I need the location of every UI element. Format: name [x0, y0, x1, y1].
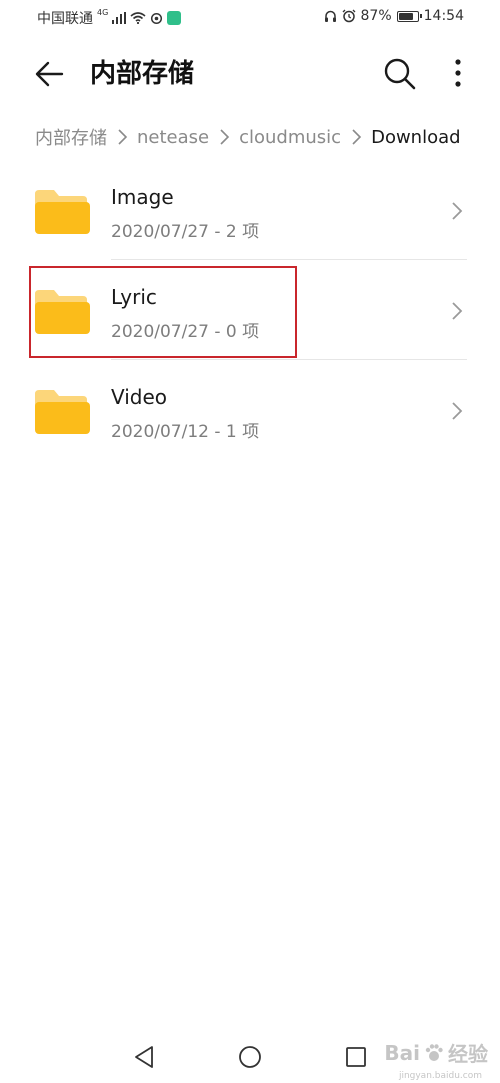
battery-percent: 87%: [360, 8, 392, 24]
battery-icon: [396, 10, 422, 22]
nav-home-icon[interactable]: [238, 1045, 262, 1069]
breadcrumb-item-cloudmusic[interactable]: cloudmusic: [239, 127, 341, 148]
breadcrumb-item-internal-storage[interactable]: 内部存储: [35, 124, 107, 150]
headset-icon: [324, 10, 336, 22]
search-button[interactable]: [380, 54, 420, 94]
file-meta: 2020/07/12 - 1 项: [111, 422, 260, 442]
watermark-brand: Bai: [384, 1040, 420, 1065]
breadcrumb-item-download: Download: [371, 126, 461, 148]
file-meta: 2020/07/27 - 2 项: [111, 222, 260, 242]
chevron-right-icon: [452, 302, 463, 320]
page-title: 内部存储: [90, 59, 195, 89]
list-item[interactable]: Video 2020/07/12 - 1 项: [0, 360, 500, 460]
status-left: 中国联通 4G: [37, 7, 182, 28]
search-icon: [384, 58, 416, 90]
watermark-suffix: 经验: [448, 1042, 488, 1066]
folder-icon: [35, 390, 90, 434]
back-button[interactable]: [30, 54, 70, 94]
more-vertical-icon: [455, 59, 461, 87]
nav-recent-apps-icon[interactable]: [345, 1046, 367, 1068]
arrow-left-icon: [35, 61, 64, 87]
breadcrumb: 内部存储 netease cloudmusic Download: [35, 124, 461, 150]
more-options-button[interactable]: [446, 54, 470, 94]
nav-back-icon[interactable]: [132, 1044, 156, 1070]
app-bar: 内部存储: [0, 40, 500, 106]
paw-icon: [425, 1043, 443, 1061]
file-name: Video: [111, 385, 168, 409]
carrier-name: 中国联通: [37, 11, 93, 27]
breadcrumb-item-netease[interactable]: netease: [137, 127, 209, 148]
chevron-right-icon: [118, 129, 128, 145]
sync-icon: [151, 12, 163, 24]
highlight-annotation: [29, 266, 297, 358]
wifi-icon: [130, 12, 146, 24]
chevron-right-icon: [452, 402, 463, 420]
signal-icon: [112, 12, 127, 24]
chevron-right-icon: [220, 129, 230, 145]
folder-icon: [35, 190, 90, 234]
app-notification-icon: [167, 11, 182, 25]
status-right: 87% 14:54: [324, 8, 464, 24]
watermark-url: jingyan.baidu.com: [398, 1071, 482, 1081]
chevron-right-icon: [352, 129, 362, 145]
file-name: Image: [111, 185, 174, 209]
status-bar: 中国联通 4G 87% 14:54: [0, 0, 500, 36]
battery-level: [398, 12, 413, 20]
clock: 14:54: [423, 8, 464, 24]
chevron-right-icon: [452, 202, 463, 220]
alarm-icon: [342, 9, 355, 23]
network-type: 4G: [97, 7, 109, 17]
list-item[interactable]: Image 2020/07/27 - 2 项: [0, 160, 500, 260]
watermark: Bai 经验: [384, 1038, 488, 1067]
